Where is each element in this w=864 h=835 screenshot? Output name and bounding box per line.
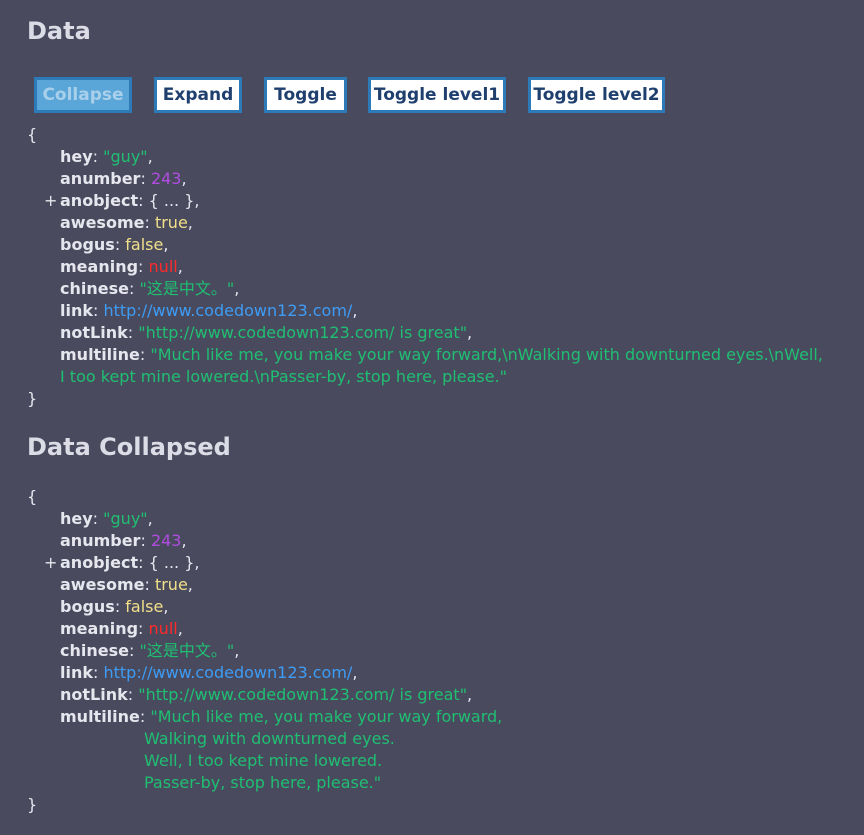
json-key: link	[60, 663, 93, 682]
json-multiline-line: Passer-by, stop here, please."	[144, 773, 382, 792]
json-key: chinese	[60, 641, 129, 660]
json-entry-anobject[interactable]: + anobject: { ... },	[27, 552, 864, 574]
json-key: meaning	[60, 619, 139, 638]
json-string-value: "guy"	[103, 509, 148, 528]
json-entry-multiline: multiline: "Much like me, you make your …	[27, 706, 864, 794]
json-collapsed-object[interactable]: { ... }	[149, 191, 195, 210]
json-key: awesome	[60, 213, 145, 232]
json-entry-anumber: anumber: 243,	[60, 169, 187, 188]
json-entry-awesome: awesome: true,	[60, 575, 193, 594]
json-string-value: "guy"	[103, 147, 148, 166]
json-entry-meaning: meaning: null,	[60, 619, 183, 638]
json-entry-hey: hey: "guy",	[60, 509, 153, 528]
json-number-value: 243	[150, 531, 182, 550]
json-multiline-line: "Much like me, you make your way forward…	[150, 707, 503, 726]
json-entry-chinese: chinese: "这是中文。",	[60, 641, 240, 660]
json-key: awesome	[60, 575, 145, 594]
toggle-level2-button[interactable]: Toggle level2	[528, 77, 665, 113]
json-key: meaning	[60, 257, 139, 276]
json-key: link	[60, 301, 93, 320]
json-entry-chinese: chinese: "这是中文。",	[60, 279, 240, 298]
json-open-brace: {	[27, 487, 38, 506]
json-viewer-data: { hey: "guy", anumber: 243, + anobject: {…	[27, 124, 864, 410]
json-entry-bogus: bogus: false,	[60, 235, 169, 254]
json-close-brace: }	[27, 389, 38, 408]
json-number-value: 243	[150, 169, 182, 188]
json-entry-notlink: notLink: "http://www.codedown123.com/ is…	[60, 323, 473, 342]
json-key: bogus	[60, 597, 115, 616]
json-string-value: "http://www.codedown123.com/ is great"	[138, 685, 468, 704]
json-boolean-value: true	[154, 213, 188, 232]
json-link-value[interactable]: http://www.codedown123.com/	[103, 663, 352, 682]
json-entry-notlink: notLink: "http://www.codedown123.com/ is…	[60, 685, 473, 704]
json-null-value: null	[148, 257, 178, 276]
json-entry-awesome: awesome: true,	[60, 213, 193, 232]
json-viewer-data-collapsed: { hey: "guy", anumber: 243, + anobject: {…	[27, 486, 864, 816]
json-key: notLink	[60, 685, 128, 704]
toggle-button[interactable]: Toggle	[264, 77, 347, 113]
json-entry-meaning: meaning: null,	[60, 257, 183, 276]
json-string-value: "这是中文。"	[139, 641, 235, 660]
collapse-button[interactable]: Collapse	[34, 77, 132, 113]
data-collapsed-heading: Data Collapsed	[27, 433, 231, 461]
expand-button[interactable]: Expand	[154, 77, 242, 113]
json-entry-anumber: anumber: 243,	[60, 531, 187, 550]
json-multiline-line: Well, I too kept mine lowered.	[144, 751, 383, 770]
json-string-value: "这是中文。"	[139, 279, 235, 298]
json-boolean-value: false	[125, 597, 164, 616]
json-string-value: "http://www.codedown123.com/ is great"	[138, 323, 468, 342]
json-key: bogus	[60, 235, 115, 254]
json-key: hey	[60, 147, 93, 166]
json-entry-hey: hey: "guy",	[60, 147, 153, 166]
json-entry-anobject[interactable]: + anobject: { ... },	[27, 190, 864, 212]
json-link-value[interactable]: http://www.codedown123.com/	[103, 301, 352, 320]
json-null-value: null	[148, 619, 178, 638]
json-boolean-value: false	[125, 235, 164, 254]
json-entry-link: link: http://www.codedown123.com/,	[60, 663, 358, 682]
json-collapsed-object[interactable]: { ... }	[149, 553, 195, 572]
json-boolean-value: true	[154, 575, 188, 594]
data-heading: Data	[27, 17, 91, 45]
json-key: anumber	[60, 531, 141, 550]
json-string-value: "Much like me, you make your way forward…	[60, 345, 823, 386]
expand-toggle-icon[interactable]: +	[44, 190, 57, 212]
json-close-brace: }	[27, 795, 38, 814]
json-key: anobject	[60, 191, 139, 210]
json-entry-bogus: bogus: false,	[60, 597, 169, 616]
json-open-brace: {	[27, 125, 38, 144]
json-key: hey	[60, 509, 93, 528]
toggle-level1-button[interactable]: Toggle level1	[368, 77, 506, 113]
json-multiline-line: Walking with downturned eyes.	[144, 729, 395, 748]
json-key: chinese	[60, 279, 129, 298]
json-key: notLink	[60, 323, 128, 342]
json-key: multiline	[60, 707, 140, 726]
json-entry-link: link: http://www.codedown123.com/,	[60, 301, 358, 320]
json-key: multiline	[60, 345, 140, 364]
json-entry-multiline: multiline: "Much like me, you make your …	[60, 345, 823, 386]
json-key: anumber	[60, 169, 141, 188]
expand-toggle-icon[interactable]: +	[44, 552, 57, 574]
json-key: anobject	[60, 553, 139, 572]
